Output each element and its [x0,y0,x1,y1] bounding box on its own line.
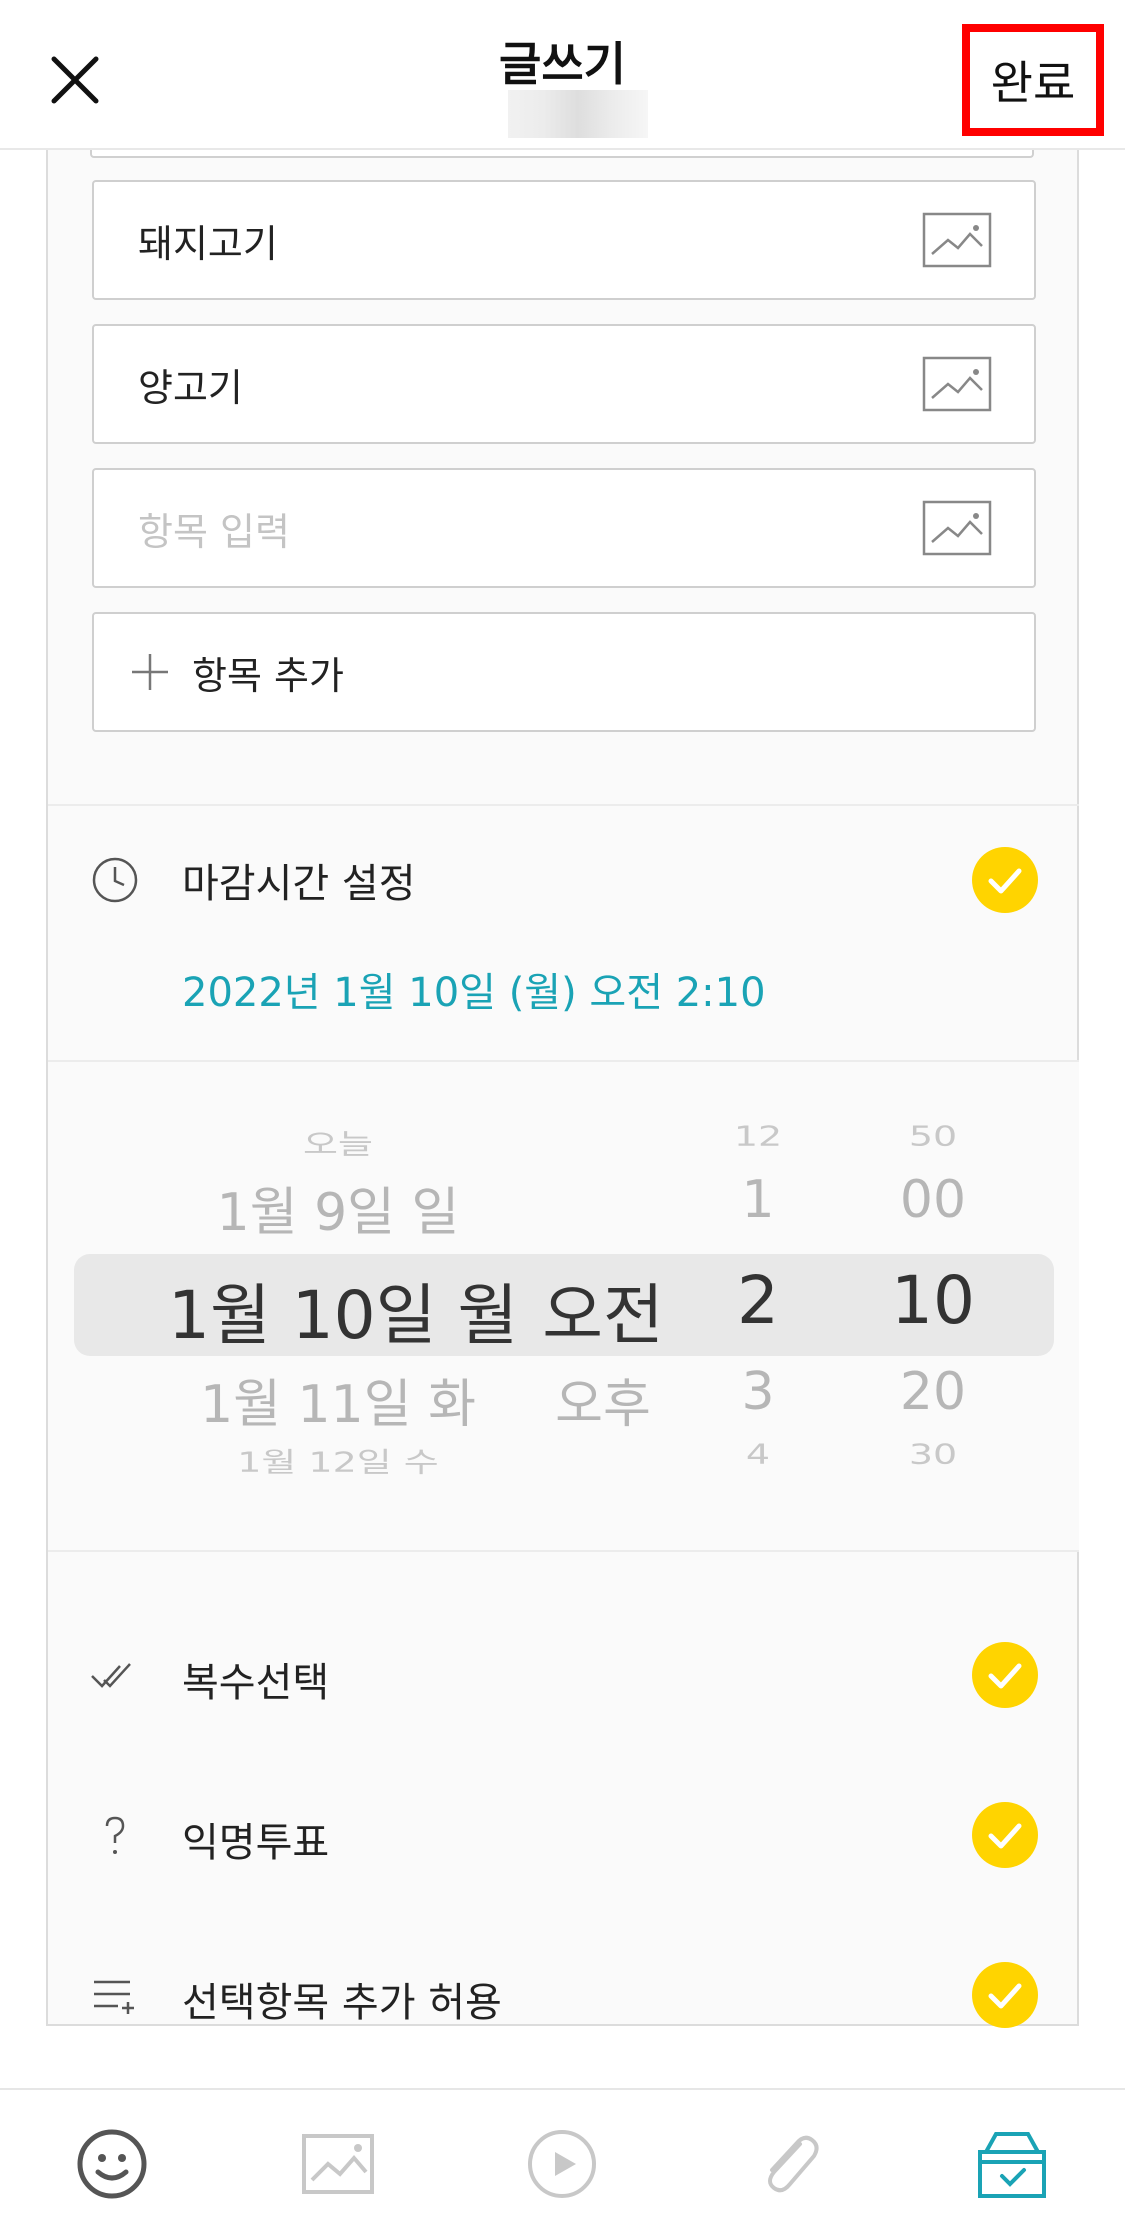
picker-date-item[interactable]: 1월 12일 수 [198,1440,478,1480]
emoji-icon [77,2129,147,2199]
checkmark-icon [988,1663,1022,1689]
vote-button[interactable] [972,2124,1052,2204]
picker-date-item[interactable]: 1월 11일 화 [188,1362,488,1437]
attach-icon [768,2135,819,2193]
setting-anonymous[interactable]: 익명투표 [48,1780,1079,1890]
image-icon[interactable] [922,356,992,412]
picker-date-selected[interactable]: 1월 10일 월 [168,1262,518,1358]
setting-allow-add-options[interactable]: 선택항목 추가 허용 [48,1940,1079,2050]
picker-hour-item[interactable]: 12 [708,1120,808,1152]
picker-ampm-item[interactable]: 오후 [528,1362,678,1437]
plus-icon [132,654,168,690]
poll-panel: 돼지고기 양고기 항목 입력 항목 추가 마감시간 설정 2022년 1월 10… [46,150,1079,2028]
picker-minute-item[interactable]: 20 [858,1362,1008,1422]
deadline-label: 마감시간 설정 [182,861,416,907]
list-add-icon [94,1980,134,2014]
setting-label: 복수선택 [182,1660,330,1706]
picker-hour-item[interactable]: 4 [708,1438,808,1470]
picker-minute-item[interactable]: 30 [858,1438,1008,1470]
emoji-button[interactable] [72,2124,152,2204]
picker-hour-selected[interactable]: 2 [708,1262,808,1339]
poll-option-2[interactable]: 양고기 [92,324,1036,444]
checkmark-icon [988,1983,1022,2009]
deadline-row[interactable]: 마감시간 설정 [48,830,1079,930]
add-option-button[interactable]: 항목 추가 [92,612,1036,732]
video-button[interactable] [522,2124,602,2204]
poll-option-placeholder: 항목 입력 [138,509,290,554]
question-icon [105,1816,125,1854]
checkmark-icon [988,868,1022,894]
vote-box-icon [978,2132,1046,2198]
divider [48,804,1079,806]
setting-toggle[interactable] [972,1962,1038,2028]
poll-option-input[interactable]: 항목 입력 [92,468,1036,588]
setting-multiple-choice[interactable]: 복수선택 [48,1620,1079,1730]
picker-hour-item[interactable]: 1 [708,1170,808,1230]
video-icon [528,2130,596,2198]
done-button[interactable]: 완료 [962,24,1104,136]
divider [48,1550,1079,1552]
blurred-subtitle [508,90,648,138]
bottom-toolbar [0,2088,1125,2232]
add-option-label: 항목 추가 [192,653,344,698]
picker-minute-item[interactable]: 00 [858,1170,1008,1230]
poll-option-text: 양고기 [138,365,243,410]
picker-minute-item[interactable]: 50 [858,1120,1008,1152]
setting-toggle[interactable] [972,1642,1038,1708]
picker-date-item[interactable] [208,1083,468,1101]
picker-date-item[interactable]: 1월 9일 일 [188,1170,488,1245]
deadline-toggle[interactable] [972,847,1038,913]
picker-hour-item[interactable]: 3 [708,1362,808,1422]
picker-ampm-selected[interactable]: 오전 [518,1262,688,1358]
image-icon[interactable] [922,212,992,268]
checkmark-icon [988,1823,1022,1849]
attach-button[interactable] [748,2124,828,2204]
picker-date-item[interactable]: 오늘 [208,1122,468,1162]
poll-option-text: 돼지고기 [138,221,278,266]
clock-icon [92,857,138,903]
setting-toggle[interactable] [972,1802,1038,1868]
datetime-picker[interactable]: 오늘 1월 9일 일 1월 10일 월 1월 11일 화 1월 12일 수 오전… [48,1062,1079,1550]
image-icon [302,2134,374,2194]
poll-option-1[interactable]: 돼지고기 [92,180,1036,300]
header: 글쓰기 완료 [0,0,1125,150]
picker-minute-selected[interactable]: 10 [858,1262,1008,1339]
photo-button[interactable] [298,2124,378,2204]
image-icon[interactable] [922,500,992,556]
setting-label: 익명투표 [182,1820,330,1866]
double-check-icon [91,1663,131,1688]
page-title: 글쓰기 [499,37,626,91]
setting-label: 선택항목 추가 허용 [182,1980,502,2026]
deadline-value[interactable]: 2022년 1월 10일 (월) 오전 2:10 [182,960,766,1018]
